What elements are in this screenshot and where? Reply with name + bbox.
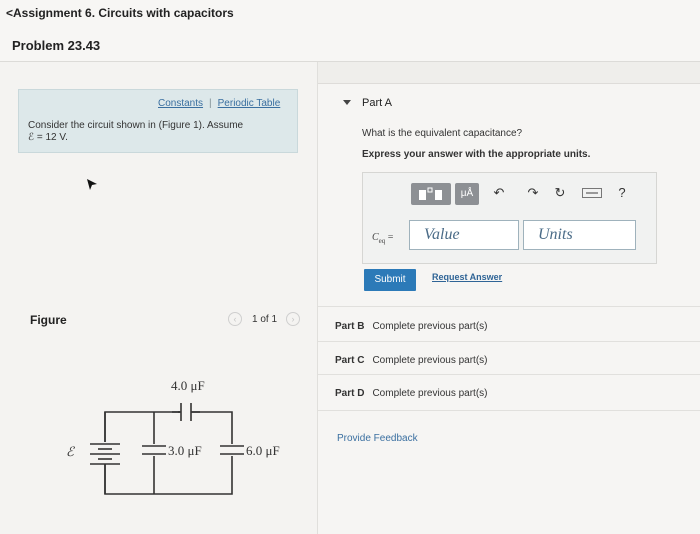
pager-count: 1 of 1 [252,314,278,325]
part-a-question: What is the equivalent capacitance? [362,128,523,139]
part-d-row[interactable]: Part D Complete previous part(s) [335,388,488,399]
request-answer-link[interactable]: Request Answer [432,272,502,282]
part-c-row[interactable]: Part C Complete previous part(s) [335,355,488,366]
part-b-label: Part B [335,321,365,332]
part-d-label: Part D [335,388,365,399]
problem-statement-line1: Consider the circuit shown in (Figure 1)… [28,120,244,131]
part-b-status: Complete previous part(s) [372,321,488,332]
part-b-row[interactable]: Part B Complete previous part(s) [335,321,488,332]
divider [318,410,700,411]
assignment-back-link[interactable]: <Assignment 6. Circuits with capacitors [6,6,234,20]
intro-links: Constants | Periodic Table [158,98,280,109]
part-c-label: Part C [335,355,365,366]
submit-button[interactable]: Submit [364,269,416,291]
ceq-label: Ceq = [372,232,393,245]
cap-top-label: 4.0 μF [171,378,205,393]
right-top-strip [318,62,700,84]
help-icon[interactable]: ? [614,185,630,201]
units-button[interactable]: μÅ [455,183,479,205]
chevron-right-icon[interactable]: › [286,312,300,326]
reset-icon[interactable]: ↻ [552,185,568,201]
constants-link[interactable]: Constants [158,98,203,109]
divider [318,306,700,307]
cap-right-label: 6.0 μF [246,443,280,458]
keyboard-icon[interactable] [582,188,602,198]
figure-label: Figure [30,313,67,327]
answer-box [362,172,657,264]
cap-middle-label: 3.0 μF [168,443,202,458]
units-input[interactable]: Units [523,220,636,250]
redo-icon[interactable]: ↷ [525,185,541,201]
value-input[interactable]: Value [409,220,519,250]
part-a-title[interactable]: Part A [362,97,392,109]
ceq-symbol: C [372,232,379,243]
problem-statement: Consider the circuit shown in (Figure 1)… [28,120,268,144]
divider [318,374,700,375]
mouse-cursor-icon [87,179,97,190]
templates-button[interactable] [411,183,451,205]
part-c-status: Complete previous part(s) [372,355,488,366]
figure-pager: ‹ 1 of 1 › [228,312,300,328]
chevron-down-icon[interactable] [343,100,351,105]
chevron-left-icon[interactable]: ‹ [228,312,242,326]
circuit-diagram: ℰ 4.0 μF 3.0 μF 6.0 μF [66,378,280,495]
divider [318,341,700,342]
part-d-status: Complete previous part(s) [372,388,488,399]
ceq-equals: = [387,232,394,243]
link-separator: | [209,98,212,109]
problem-title: Problem 23.43 [12,38,101,53]
periodic-table-link[interactable]: Periodic Table [218,98,281,109]
undo-icon[interactable]: ↶ [491,185,507,201]
ceq-subscript: eq [378,237,386,245]
provide-feedback-link[interactable]: Provide Feedback [337,433,418,444]
emf-symbol: ℰ [66,444,75,459]
part-a-instruction: Express your answer with the appropriate… [362,149,591,160]
problem-statement-line2: ℰ = 12 V. [28,132,68,143]
templates-icon [419,187,442,200]
